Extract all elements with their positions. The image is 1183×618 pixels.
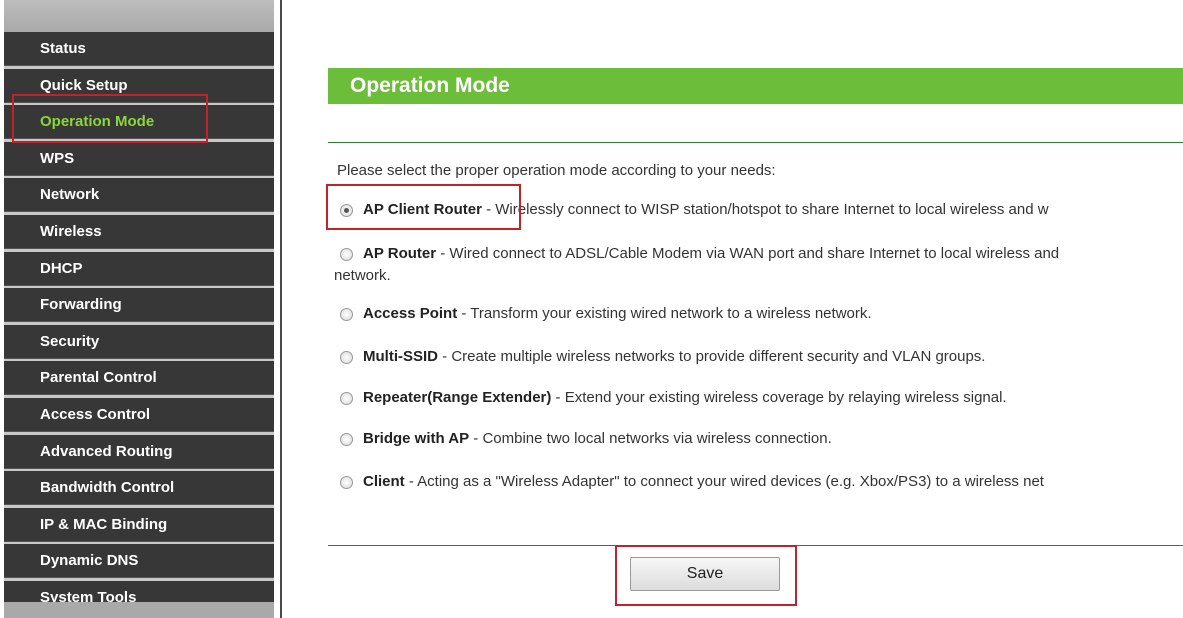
option-name: Multi-SSID: [363, 348, 438, 365]
sidebar-item-quick-setup[interactable]: Quick Setup: [4, 68, 274, 103]
sidebar-item-wps[interactable]: WPS: [4, 141, 274, 176]
option-name: Client: [363, 473, 405, 490]
sidebar-item-dhcp[interactable]: DHCP: [4, 251, 274, 286]
radio-ap-router[interactable]: [340, 247, 353, 261]
option-name: Access Point: [363, 305, 458, 322]
sidebar-item-status[interactable]: Status: [4, 32, 274, 66]
sidebar-item-bandwidth-control[interactable]: Bandwidth Control: [4, 471, 274, 506]
option-ap-router-wrap: network.: [334, 267, 391, 284]
option-desc: - Create multiple wireless networks to p…: [438, 348, 986, 365]
option-name: Bridge with AP: [363, 430, 470, 447]
option-name: Repeater(Range Extender): [363, 389, 552, 406]
option-desc: - Combine two local networks via wireles…: [469, 430, 832, 447]
sidebar-item-dynamic-dns[interactable]: Dynamic DNS: [4, 544, 274, 579]
bottom-divider: [328, 545, 1183, 546]
option-access-point[interactable]: Access Point - Transform your existing w…: [334, 305, 1183, 322]
option-multi-ssid[interactable]: Multi-SSID - Create multiple wireless ne…: [334, 348, 1183, 365]
radio-multi-ssid[interactable]: [340, 350, 353, 364]
radio-repeater[interactable]: [340, 391, 353, 405]
sidebar-item-security[interactable]: Security: [4, 324, 274, 359]
option-desc: - Wirelessly connect to WISP station/hot…: [481, 201, 1049, 218]
option-name: AP Router: [363, 245, 437, 262]
option-ap-client-router[interactable]: AP Client Router - Wirelessly connect to…: [334, 201, 1183, 218]
sidebar-item-access-control[interactable]: Access Control: [4, 397, 274, 432]
option-desc: - Acting as a "Wireless Adapter" to conn…: [404, 473, 1044, 490]
option-desc: - Extend your existing wireless coverage…: [551, 389, 1007, 406]
page-title: Operation Mode: [328, 68, 1183, 104]
sidebar-bottom-bar: [4, 602, 274, 618]
option-name: AP Client Router: [363, 201, 482, 218]
option-bridge-with-ap[interactable]: Bridge with AP - Combine two local netwo…: [334, 430, 1183, 447]
sidebar-top-bar: [4, 0, 274, 32]
save-button[interactable]: Save: [630, 557, 780, 591]
top-divider: [328, 142, 1183, 143]
option-desc: - Transform your existing wired network …: [457, 305, 872, 322]
radio-client[interactable]: [340, 475, 353, 489]
radio-access-point[interactable]: [340, 307, 353, 321]
radio-ap-client-router[interactable]: [340, 203, 353, 217]
option-client[interactable]: Client - Acting as a "Wireless Adapter" …: [334, 473, 1183, 490]
intro-text: Please select the proper operation mode …: [337, 162, 776, 179]
option-ap-router[interactable]: AP Router - Wired connect to ADSL/Cable …: [334, 245, 1183, 262]
sidebar-item-advanced-routing[interactable]: Advanced Routing: [4, 434, 274, 469]
frame-divider: [280, 0, 282, 618]
option-repeater[interactable]: Repeater(Range Extender) - Extend your e…: [334, 389, 1183, 406]
sidebar-item-network[interactable]: Network: [4, 178, 274, 213]
sidebar-item-parental-control[interactable]: Parental Control: [4, 361, 274, 396]
radio-bridge-with-ap[interactable]: [340, 432, 353, 446]
sidebar: Status Quick Setup Operation Mode WPS Ne…: [4, 0, 274, 618]
sidebar-item-forwarding[interactable]: Forwarding: [4, 288, 274, 323]
sidebar-item-operation-mode[interactable]: Operation Mode: [4, 105, 274, 140]
sidebar-item-wireless[interactable]: Wireless: [4, 214, 274, 249]
option-desc: - Wired connect to ADSL/Cable Modem via …: [436, 245, 1060, 262]
sidebar-item-ip-mac-binding[interactable]: IP & MAC Binding: [4, 507, 274, 542]
